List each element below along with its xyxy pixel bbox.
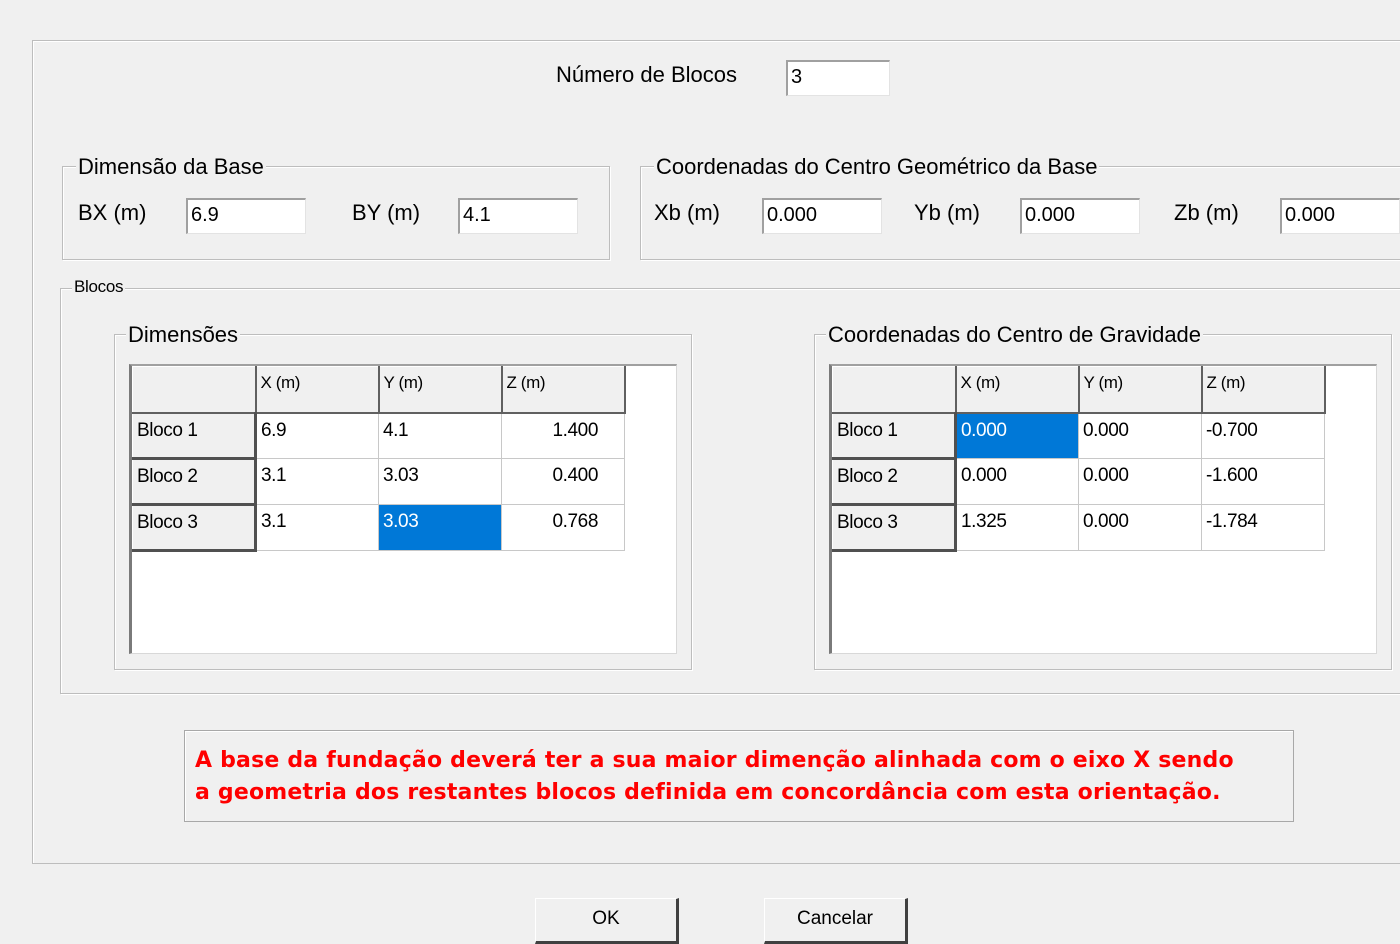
table-cell[interactable]: 1.400 [501, 412, 625, 459]
blocks-legend: Blocos [72, 277, 126, 297]
yb-input[interactable]: 0.000 [1020, 198, 1140, 234]
zb-label: Zb (m) [1174, 200, 1239, 225]
warning-line-2: a geometria dos restantes blocos definid… [195, 780, 1221, 805]
yb-label: Yb (m) [914, 200, 980, 225]
table-cell[interactable]: 0.400 [501, 458, 625, 505]
row-header[interactable]: Bloco 1 [132, 412, 257, 460]
gravity-center-table: X (m) Y (m) Z (m) Bloco 1 0.000 0.000 -0… [832, 366, 1326, 552]
table-cell[interactable]: 3.1 [255, 458, 379, 505]
num-blocks-label: Número de Blocos [556, 62, 737, 87]
orientation-warning: A base da fundação deverá ter a sua maio… [184, 730, 1294, 822]
column-header-x[interactable]: X (m) [255, 366, 380, 414]
row-header[interactable]: Bloco 2 [132, 458, 257, 506]
cancel-button[interactable]: Cancelar [764, 898, 908, 944]
table-cell[interactable]: 4.1 [378, 412, 502, 459]
xb-input[interactable]: 0.000 [762, 198, 882, 234]
ok-button[interactable]: OK [535, 898, 679, 944]
table-cell[interactable]: -1.600 [1201, 458, 1325, 505]
dimensions-table: X (m) Y (m) Z (m) Bloco 1 6.9 4.1 1.400 … [132, 366, 626, 552]
xb-label: Xb (m) [654, 200, 720, 225]
column-header-y[interactable]: Y (m) [378, 366, 503, 414]
gravity-center-grid[interactable]: X (m) Y (m) Z (m) Bloco 1 0.000 0.000 -0… [829, 364, 1377, 654]
table-row: Bloco 1 6.9 4.1 1.400 [132, 412, 625, 460]
table-cell[interactable]: 0.000 [1078, 504, 1202, 551]
table-cell[interactable]: 0.000 [955, 458, 1079, 505]
selected-table-cell[interactable]: 0.000 [955, 412, 1079, 459]
dimensions-grid[interactable]: X (m) Y (m) Z (m) Bloco 1 6.9 4.1 1.400 … [129, 364, 677, 654]
table-row: Bloco 3 3.1 3.03 0.768 [132, 504, 625, 552]
row-header[interactable]: Bloco 3 [132, 504, 257, 552]
table-cell[interactable]: 3.1 [255, 504, 379, 551]
table-row: Bloco 2 0.000 0.000 -1.600 [832, 458, 1325, 506]
column-header-z[interactable]: Z (m) [501, 366, 626, 414]
by-label: BY (m) [352, 200, 421, 225]
row-header[interactable]: Bloco 1 [832, 412, 957, 460]
row-header[interactable]: Bloco 2 [832, 458, 957, 506]
dimensions-legend: Dimensões [126, 322, 241, 348]
zb-input[interactable]: 0.000 [1280, 198, 1400, 234]
bx-label: BX (m) [78, 200, 147, 225]
table-row: Bloco 1 0.000 0.000 -0.700 [832, 412, 1325, 460]
column-header-x[interactable]: X (m) [955, 366, 1080, 414]
table-cell[interactable]: 1.325 [955, 504, 1079, 551]
corner-header [832, 366, 957, 414]
table-cell[interactable]: 0.000 [1078, 458, 1202, 505]
base-dimensions-legend: Dimensão da Base [76, 154, 266, 180]
table-cell[interactable]: 0.768 [501, 504, 625, 551]
table-row: Bloco 2 3.1 3.03 0.400 [132, 458, 625, 506]
table-cell[interactable]: -1.784 [1201, 504, 1325, 551]
by-input[interactable]: 4.1 [458, 198, 578, 234]
row-header[interactable]: Bloco 3 [832, 504, 957, 552]
table-cell[interactable]: 3.03 [378, 458, 502, 505]
bx-input[interactable]: 6.9 [186, 198, 306, 234]
table-cell[interactable]: 0.000 [1078, 412, 1202, 459]
num-blocks-input[interactable]: 3 [786, 60, 890, 96]
table-cell[interactable]: -0.700 [1201, 412, 1325, 459]
corner-header [132, 366, 257, 414]
gravity-center-legend: Coordenadas do Centro de Gravidade [826, 322, 1204, 348]
column-header-z[interactable]: Z (m) [1201, 366, 1326, 414]
warning-line-1: A base da fundação deverá ter a sua maio… [195, 748, 1234, 773]
table-header-row: X (m) Y (m) Z (m) [832, 366, 1326, 414]
table-row: Bloco 3 1.325 0.000 -1.784 [832, 504, 1325, 552]
table-header-row: X (m) Y (m) Z (m) [132, 366, 626, 414]
selected-table-cell[interactable]: 3.03 [378, 504, 502, 551]
base-center-legend: Coordenadas do Centro Geométrico da Base [654, 154, 1100, 180]
table-cell[interactable]: 6.9 [255, 412, 379, 459]
column-header-y[interactable]: Y (m) [1078, 366, 1203, 414]
